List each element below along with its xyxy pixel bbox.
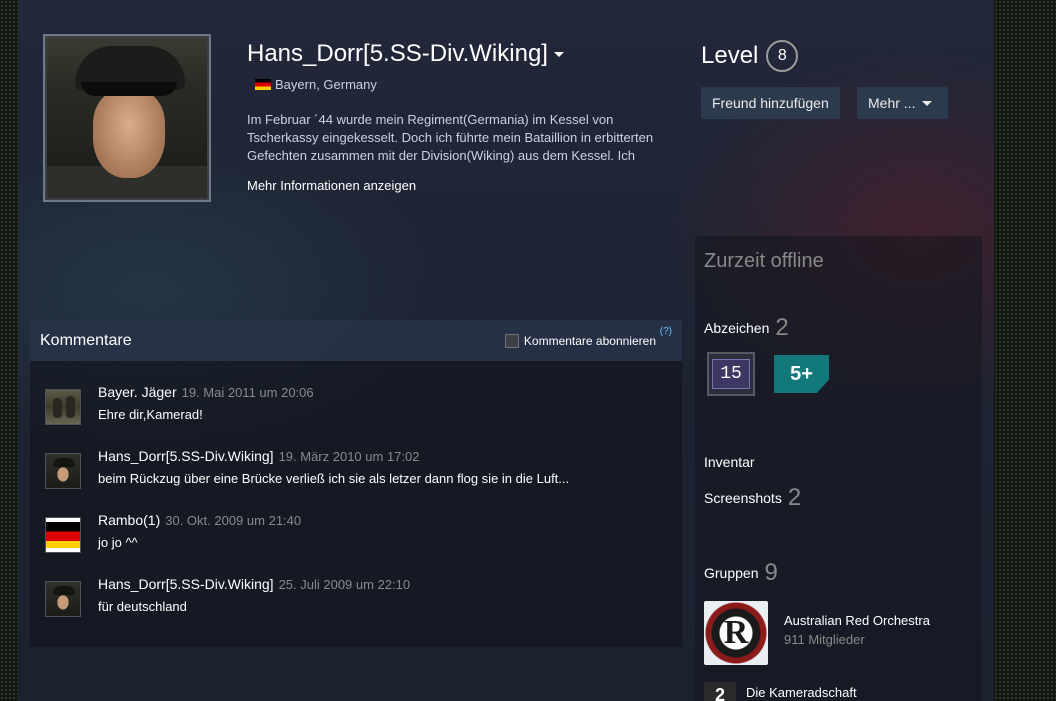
groups-section-link[interactable]: Gruppen 9 xyxy=(704,559,778,587)
comment-item: Hans_Dorr[5.SS-Div.Wiking] 25. Juli 2009 … xyxy=(45,576,410,617)
group-name: Australian Red Orchestra xyxy=(784,613,930,628)
subscribe-comments-toggle[interactable]: Kommentare abonnieren xyxy=(504,334,656,348)
badge-5-plus-icon: 5+ xyxy=(790,362,813,385)
profile-avatar-frame xyxy=(43,34,211,202)
chevron-down-icon xyxy=(553,52,564,58)
comment-text: beim Rückzug über eine Brücke verließ ic… xyxy=(98,471,570,486)
background-texture-left xyxy=(0,0,18,701)
profile-right-panel: Zurzeit offline Abzeichen 2 15 5+ Inventa… xyxy=(695,236,982,701)
comment-text: Ehre dir,Kamerad! xyxy=(98,407,203,422)
commenter-avatar[interactable] xyxy=(45,517,81,553)
chevron-down-icon xyxy=(922,100,933,106)
more-actions-button[interactable]: Mehr ... xyxy=(857,87,948,119)
comment-body: Hans_Dorr[5.SS-Div.Wiking] 25. Juli 2009 … xyxy=(98,576,410,614)
comment-text: für deutschland xyxy=(98,599,187,614)
commenter-avatar[interactable] xyxy=(45,581,81,617)
screenshots-label: Screenshots xyxy=(704,490,782,506)
subscribe-label: Kommentare abonnieren xyxy=(523,334,656,348)
commenter-avatar[interactable] xyxy=(45,453,81,489)
groups-count: 9 xyxy=(764,559,778,586)
comment-author[interactable]: Bayer. Jäger xyxy=(98,384,177,400)
comment-body: Hans_Dorr[5.SS-Div.Wiking] 19. März 2010 … xyxy=(98,448,569,486)
group-name: Die Kameradschaft xyxy=(746,685,857,700)
location-text: Bayern, Germany xyxy=(275,77,377,92)
subscribe-checkbox[interactable] xyxy=(504,334,519,348)
more-actions-label: Mehr ... xyxy=(868,95,916,111)
comment-body: Rambo(1) 30. Okt. 2009 um 21:40 jo jo ^^ xyxy=(98,512,301,550)
online-status: Zurzeit offline xyxy=(704,250,824,272)
comment-text: jo jo ^^ xyxy=(98,535,138,550)
group-members: 911 Mitglieder xyxy=(784,632,865,647)
inventory-link[interactable]: Inventar xyxy=(704,454,755,470)
comments-title: Kommentare xyxy=(40,331,132,349)
badges-label: Abzeichen xyxy=(704,320,770,336)
profile-location: Bayern, Germany xyxy=(255,77,377,92)
group-item[interactable]: 2 Die Kameradschaft xyxy=(704,682,857,701)
comment-item: Rambo(1) 30. Okt. 2009 um 21:40 jo jo ^^ xyxy=(45,512,301,553)
comments-header: Kommentare Kommentare abonnieren (?) xyxy=(30,320,682,361)
flag-germany-icon xyxy=(255,79,271,90)
comment-date: 30. Okt. 2009 um 21:40 xyxy=(165,513,302,528)
comment-item: Bayer. Jäger 19. Mai 2011 um 20:06 Ehre d… xyxy=(45,384,314,425)
group-avatar: 2 xyxy=(704,682,736,701)
group-info: Australian Red Orchestra 911 Mitglieder xyxy=(784,613,930,647)
comment-date: 25. Juli 2009 um 22:10 xyxy=(278,577,411,592)
add-friend-button[interactable]: Freund hinzufügen xyxy=(701,87,840,119)
comment-item: Hans_Dorr[5.SS-Div.Wiking] 19. März 2010 … xyxy=(45,448,569,489)
badge-5-plus[interactable]: 5+ xyxy=(774,355,829,393)
comment-author[interactable]: Hans_Dorr[5.SS-Div.Wiking] xyxy=(98,448,274,464)
more-info-link[interactable]: Mehr Informationen anzeigen xyxy=(247,178,416,193)
background-texture-right xyxy=(994,0,1056,701)
help-link[interactable]: (?) xyxy=(660,326,672,337)
profile-page: Hans_Dorr[5.SS-Div.Wiking] Bayern, Germa… xyxy=(18,0,994,701)
screenshots-section-link[interactable]: Screenshots 2 xyxy=(704,484,801,512)
comment-date: 19. Mai 2011 um 20:06 xyxy=(181,385,314,400)
level-badge[interactable]: 8 xyxy=(766,40,799,72)
comment-date: 19. März 2010 um 17:02 xyxy=(278,449,420,464)
comment-author[interactable]: Rambo(1) xyxy=(98,512,160,528)
comment-body: Bayer. Jäger 19. Mai 2011 um 20:06 Ehre d… xyxy=(98,384,314,422)
badges-count: 2 xyxy=(775,314,789,341)
group-item[interactable]: R Australian Red Orchestra 911 Mitgliede… xyxy=(704,601,930,665)
badges-section-link[interactable]: Abzeichen 2 xyxy=(704,314,789,342)
comments-section: Kommentare Kommentare abonnieren (?) Bay… xyxy=(30,320,682,647)
level-label: Level xyxy=(701,42,759,69)
screenshots-count: 2 xyxy=(787,484,802,511)
groups-label: Gruppen xyxy=(704,565,759,581)
comment-author[interactable]: Hans_Dorr[5.SS-Div.Wiking] xyxy=(98,576,274,592)
profile-summary: Im Februar ´44 wurde mein Regiment(Germa… xyxy=(247,112,654,163)
profile-level: Level 8 xyxy=(701,40,799,72)
profile-avatar xyxy=(47,38,207,198)
badge-15-icon: 15 xyxy=(712,359,750,389)
badge-years-of-service[interactable]: 15 xyxy=(707,352,755,396)
commenter-avatar[interactable] xyxy=(45,389,81,425)
persona-name-dropdown[interactable]: Hans_Dorr[5.SS-Div.Wiking] xyxy=(247,40,564,68)
group-avatar: R xyxy=(704,601,768,665)
persona-name: Hans_Dorr[5.SS-Div.Wiking] xyxy=(247,40,548,67)
